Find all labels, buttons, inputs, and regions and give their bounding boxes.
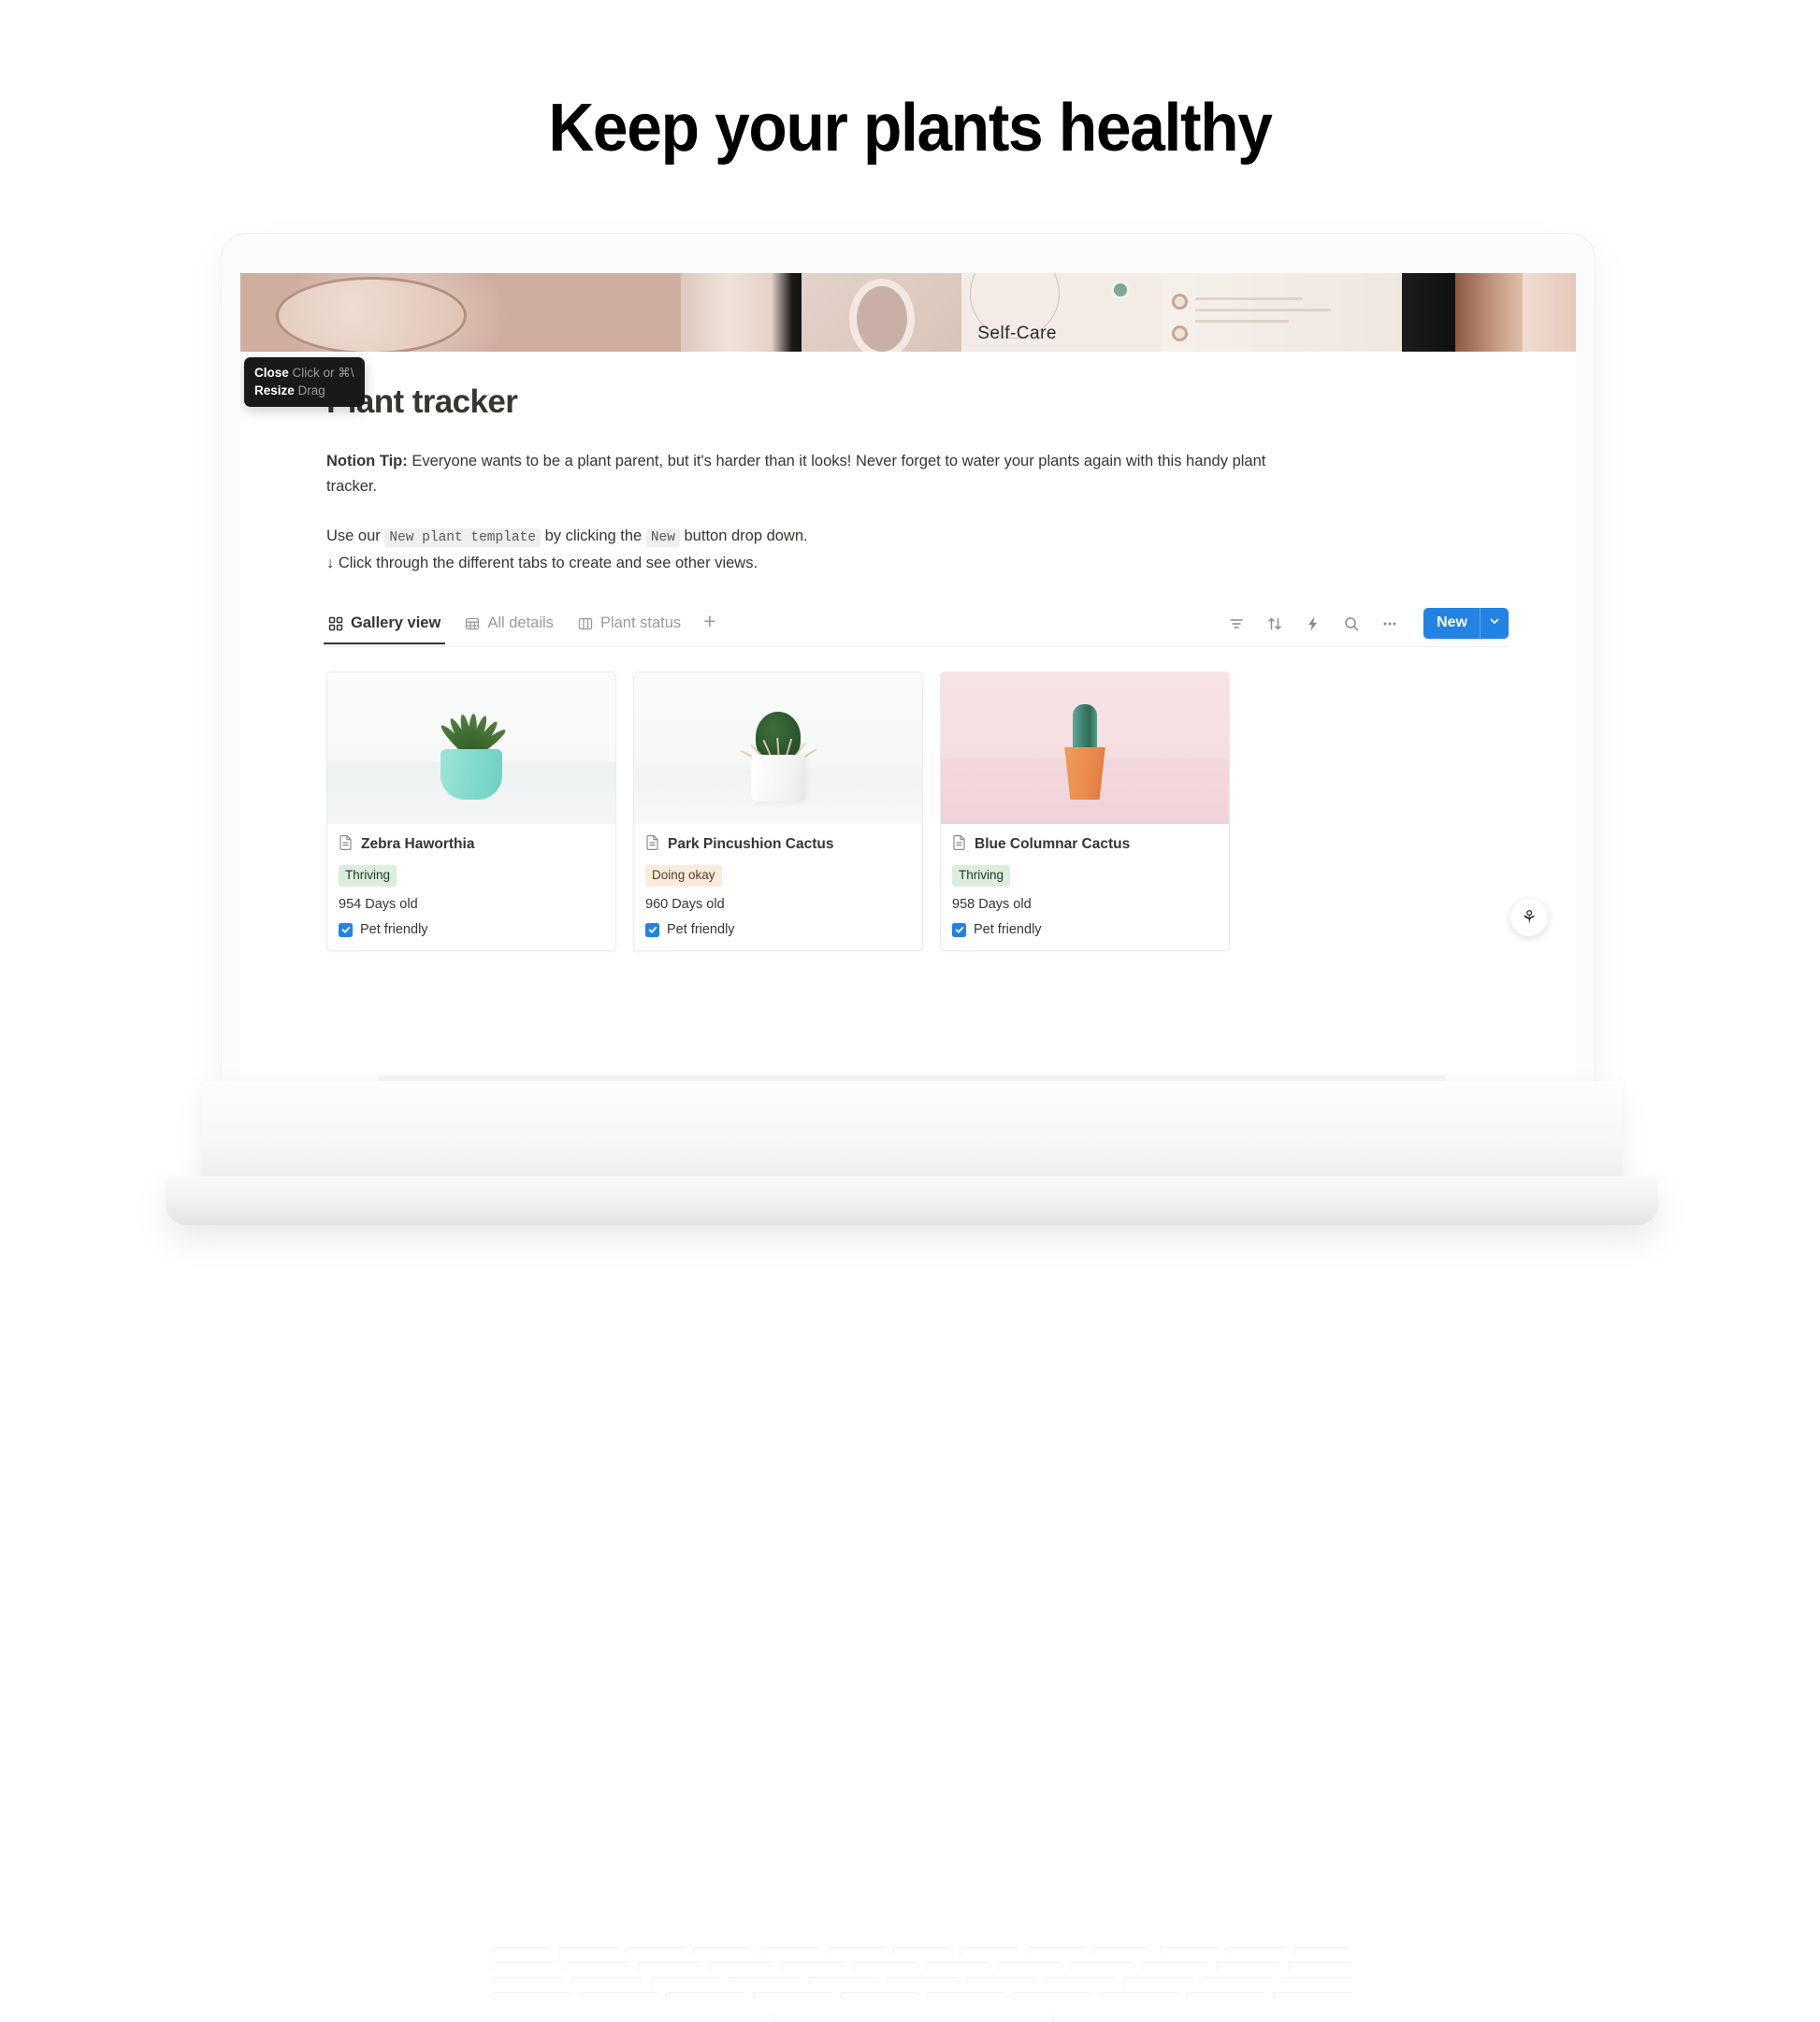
cover-segment-selfcare-card: Self-Care: [961, 273, 1163, 352]
plant-card-image: [941, 672, 1229, 824]
pet-friendly-label: Pet friendly: [667, 922, 735, 937]
laptop-keyboard: [482, 1947, 1352, 2007]
pet-friendly-label: Pet friendly: [360, 922, 428, 937]
tab-plant-status[interactable]: Plant status: [576, 611, 683, 643]
add-view-button[interactable]: +: [703, 611, 715, 643]
plant-card-title: Park Pincushion Cactus: [668, 836, 834, 852]
gallery-card-list: Zebra Haworthia Thriving 954 Days old Pe…: [326, 672, 1509, 951]
plant-card-image: [327, 672, 615, 824]
pet-friendly-row[interactable]: Pet friendly: [952, 922, 1218, 937]
page-doc-icon: [645, 834, 660, 855]
page-doc-icon: [339, 834, 354, 855]
plant-age: 958 Days old: [952, 897, 1032, 912]
columnar-cactus-icon: [1073, 704, 1097, 753]
page-cover-image: Self-Care: [240, 273, 1576, 352]
tooltip-resize-label: Resize: [254, 383, 295, 397]
view-tabs: Gallery view All details Plant status +: [323, 611, 716, 644]
search-icon[interactable]: [1343, 615, 1360, 632]
plant-card-body: Zebra Haworthia Thriving 954 Days old Pe…: [327, 824, 615, 950]
table-icon: [465, 616, 480, 631]
more-horizontal-icon[interactable]: [1381, 615, 1398, 632]
database-view-bar: Gallery view All details Plant status + …: [323, 608, 1509, 647]
chevron-down-icon: [1489, 614, 1500, 631]
tab-plant-status-label: Plant status: [599, 614, 682, 631]
code-new-plant-template: New plant template: [384, 528, 541, 547]
cover-text-lines: [1195, 297, 1368, 331]
page-headline: Keep your plants healthy: [548, 91, 1273, 166]
laptop-base-front: [166, 1177, 1658, 1225]
cover-teal-badge-icon: [1111, 281, 1131, 299]
usage-suffix: button drop down.: [679, 527, 808, 544]
tooltip-close-shortcut: Click or ⌘\: [292, 366, 354, 380]
tip-text: Everyone wants to be a plant parent, but…: [326, 453, 1266, 495]
pet-friendly-label: Pet friendly: [974, 922, 1042, 937]
plant-age: 960 Days old: [645, 897, 725, 912]
pet-friendly-row[interactable]: Pet friendly: [645, 922, 911, 937]
sort-icon[interactable]: [1266, 615, 1283, 632]
cover-dot-1-icon: [1171, 294, 1188, 310]
cover-segment-compact: [240, 273, 682, 352]
plant-card[interactable]: Zebra Haworthia Thriving 954 Days old Pe…: [326, 672, 616, 951]
tab-all-details-label: All details: [487, 614, 554, 631]
terracotta-pot-icon: [1064, 747, 1105, 800]
help-assistant-button[interactable]: ⚘: [1510, 899, 1548, 936]
tooltip-resize-shortcut: Drag: [297, 383, 325, 397]
tab-gallery-view-label: Gallery view: [351, 614, 441, 631]
laptop-screen-bezel: Self-Care Close Click or ⌘\ Resize Drag …: [240, 273, 1576, 1074]
page-doc-icon: [952, 834, 967, 855]
tabs-hint: ↓ Click through the different tabs to cr…: [326, 555, 758, 571]
plant-card-body: Park Pincushion Cactus Doing okay 960 Da…: [634, 824, 922, 950]
plant-card-title: Blue Columnar Cactus: [975, 836, 1131, 852]
white-pot-icon: [751, 755, 805, 802]
usage-mid: by clicking the: [541, 527, 646, 544]
pet-friendly-row[interactable]: Pet friendly: [339, 922, 604, 937]
plant-age: 954 Days old: [339, 897, 418, 912]
plant-card-image: [634, 672, 922, 824]
tab-gallery-view[interactable]: Gallery view: [323, 611, 446, 644]
status-badge: Thriving: [339, 865, 397, 887]
laptop-mockup: Self-Care Close Click or ⌘\ Resize Drag …: [166, 234, 1658, 2022]
status-badge: Thriving: [952, 865, 1011, 887]
status-badge: Doing okay: [645, 865, 722, 887]
sidebar-tooltip: Close Click or ⌘\ Resize Drag: [244, 357, 365, 407]
board-icon: [578, 616, 593, 631]
tip-paragraph: Notion Tip: Everyone wants to be a plant…: [326, 449, 1271, 499]
cover-segment-dark: [1402, 273, 1456, 352]
filter-icon[interactable]: [1228, 615, 1245, 632]
usage-paragraph: Use our New plant template by clicking t…: [326, 524, 1271, 576]
checkbox-checked-icon[interactable]: [952, 922, 966, 937]
cover-segment-tube: [681, 273, 802, 352]
checkbox-checked-icon[interactable]: [645, 922, 659, 937]
laptop-trackpad: [773, 2013, 1054, 2022]
plant-card-body: Blue Columnar Cactus Thriving 958 Days o…: [941, 824, 1229, 950]
plant-card-title: Zebra Haworthia: [361, 836, 475, 852]
plant-card[interactable]: Park Pincushion Cactus Doing okay 960 Da…: [633, 672, 923, 951]
lightning-bolt-icon[interactable]: [1305, 615, 1322, 632]
notion-app-screen: Self-Care Close Click or ⌘\ Resize Drag …: [240, 273, 1576, 1074]
checkbox-checked-icon[interactable]: [339, 922, 353, 937]
usage-prefix: Use our: [326, 527, 385, 544]
new-button[interactable]: New: [1423, 608, 1480, 639]
cover-segment-palette: [1162, 273, 1403, 352]
cover-selfcare-text: Self-Care: [977, 324, 1057, 343]
new-button-group[interactable]: New: [1423, 608, 1509, 639]
tooltip-close-label: Close: [254, 366, 289, 380]
database-toolbar: New: [1228, 608, 1509, 646]
gallery-grid-icon: [328, 616, 343, 631]
cover-dot-2-icon: [1171, 325, 1188, 341]
page-title-row: Close Click or ⌘\ Resize Drag Plant trac…: [244, 357, 1509, 421]
tab-all-details[interactable]: All details: [463, 611, 556, 643]
tip-label: Notion Tip:: [326, 453, 408, 469]
cover-segment-dial: [801, 273, 962, 352]
laptop-base: [201, 1081, 1623, 2022]
new-button-dropdown[interactable]: [1480, 608, 1509, 639]
laptop-lid: Self-Care Close Click or ⌘\ Resize Drag …: [222, 234, 1595, 1090]
code-new: New: [645, 528, 680, 547]
notion-page-content: Close Click or ⌘\ Resize Drag Plant trac…: [240, 357, 1576, 951]
mint-pot-icon: [441, 749, 502, 800]
cover-segment-brush: [1455, 273, 1523, 352]
plant-card[interactable]: Blue Columnar Cactus Thriving 958 Days o…: [940, 672, 1230, 951]
cover-segment-blush: [1522, 273, 1576, 352]
